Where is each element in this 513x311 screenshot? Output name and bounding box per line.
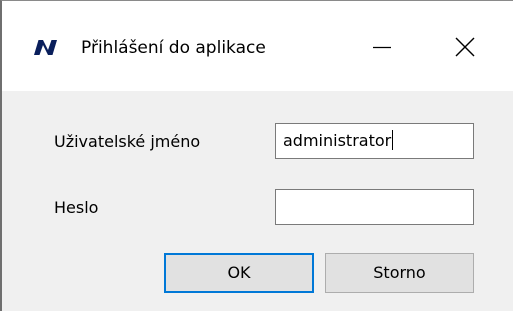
username-field[interactable]: administrator — [275, 123, 474, 159]
title-bar[interactable]: Přihlášení do aplikace — [2, 1, 513, 91]
close-button[interactable] — [441, 23, 487, 69]
text-caret — [392, 130, 394, 150]
password-label: Heslo — [54, 198, 99, 217]
minimize-button[interactable] — [357, 23, 403, 69]
username-label: Uživatelské jméno — [54, 132, 201, 151]
dialog-content: Uživatelské jméno administrator Heslo OK… — [2, 91, 513, 311]
login-dialog: Přihlášení do aplikace Uživatelské jméno… — [0, 0, 513, 311]
password-field[interactable] — [275, 189, 474, 225]
window-title: Přihlášení do aplikace — [81, 38, 266, 58]
ok-button[interactable]: OK — [164, 253, 314, 293]
app-logo-icon — [33, 37, 59, 57]
cancel-button[interactable]: Storno — [325, 253, 474, 293]
username-value: administrator — [283, 131, 392, 150]
